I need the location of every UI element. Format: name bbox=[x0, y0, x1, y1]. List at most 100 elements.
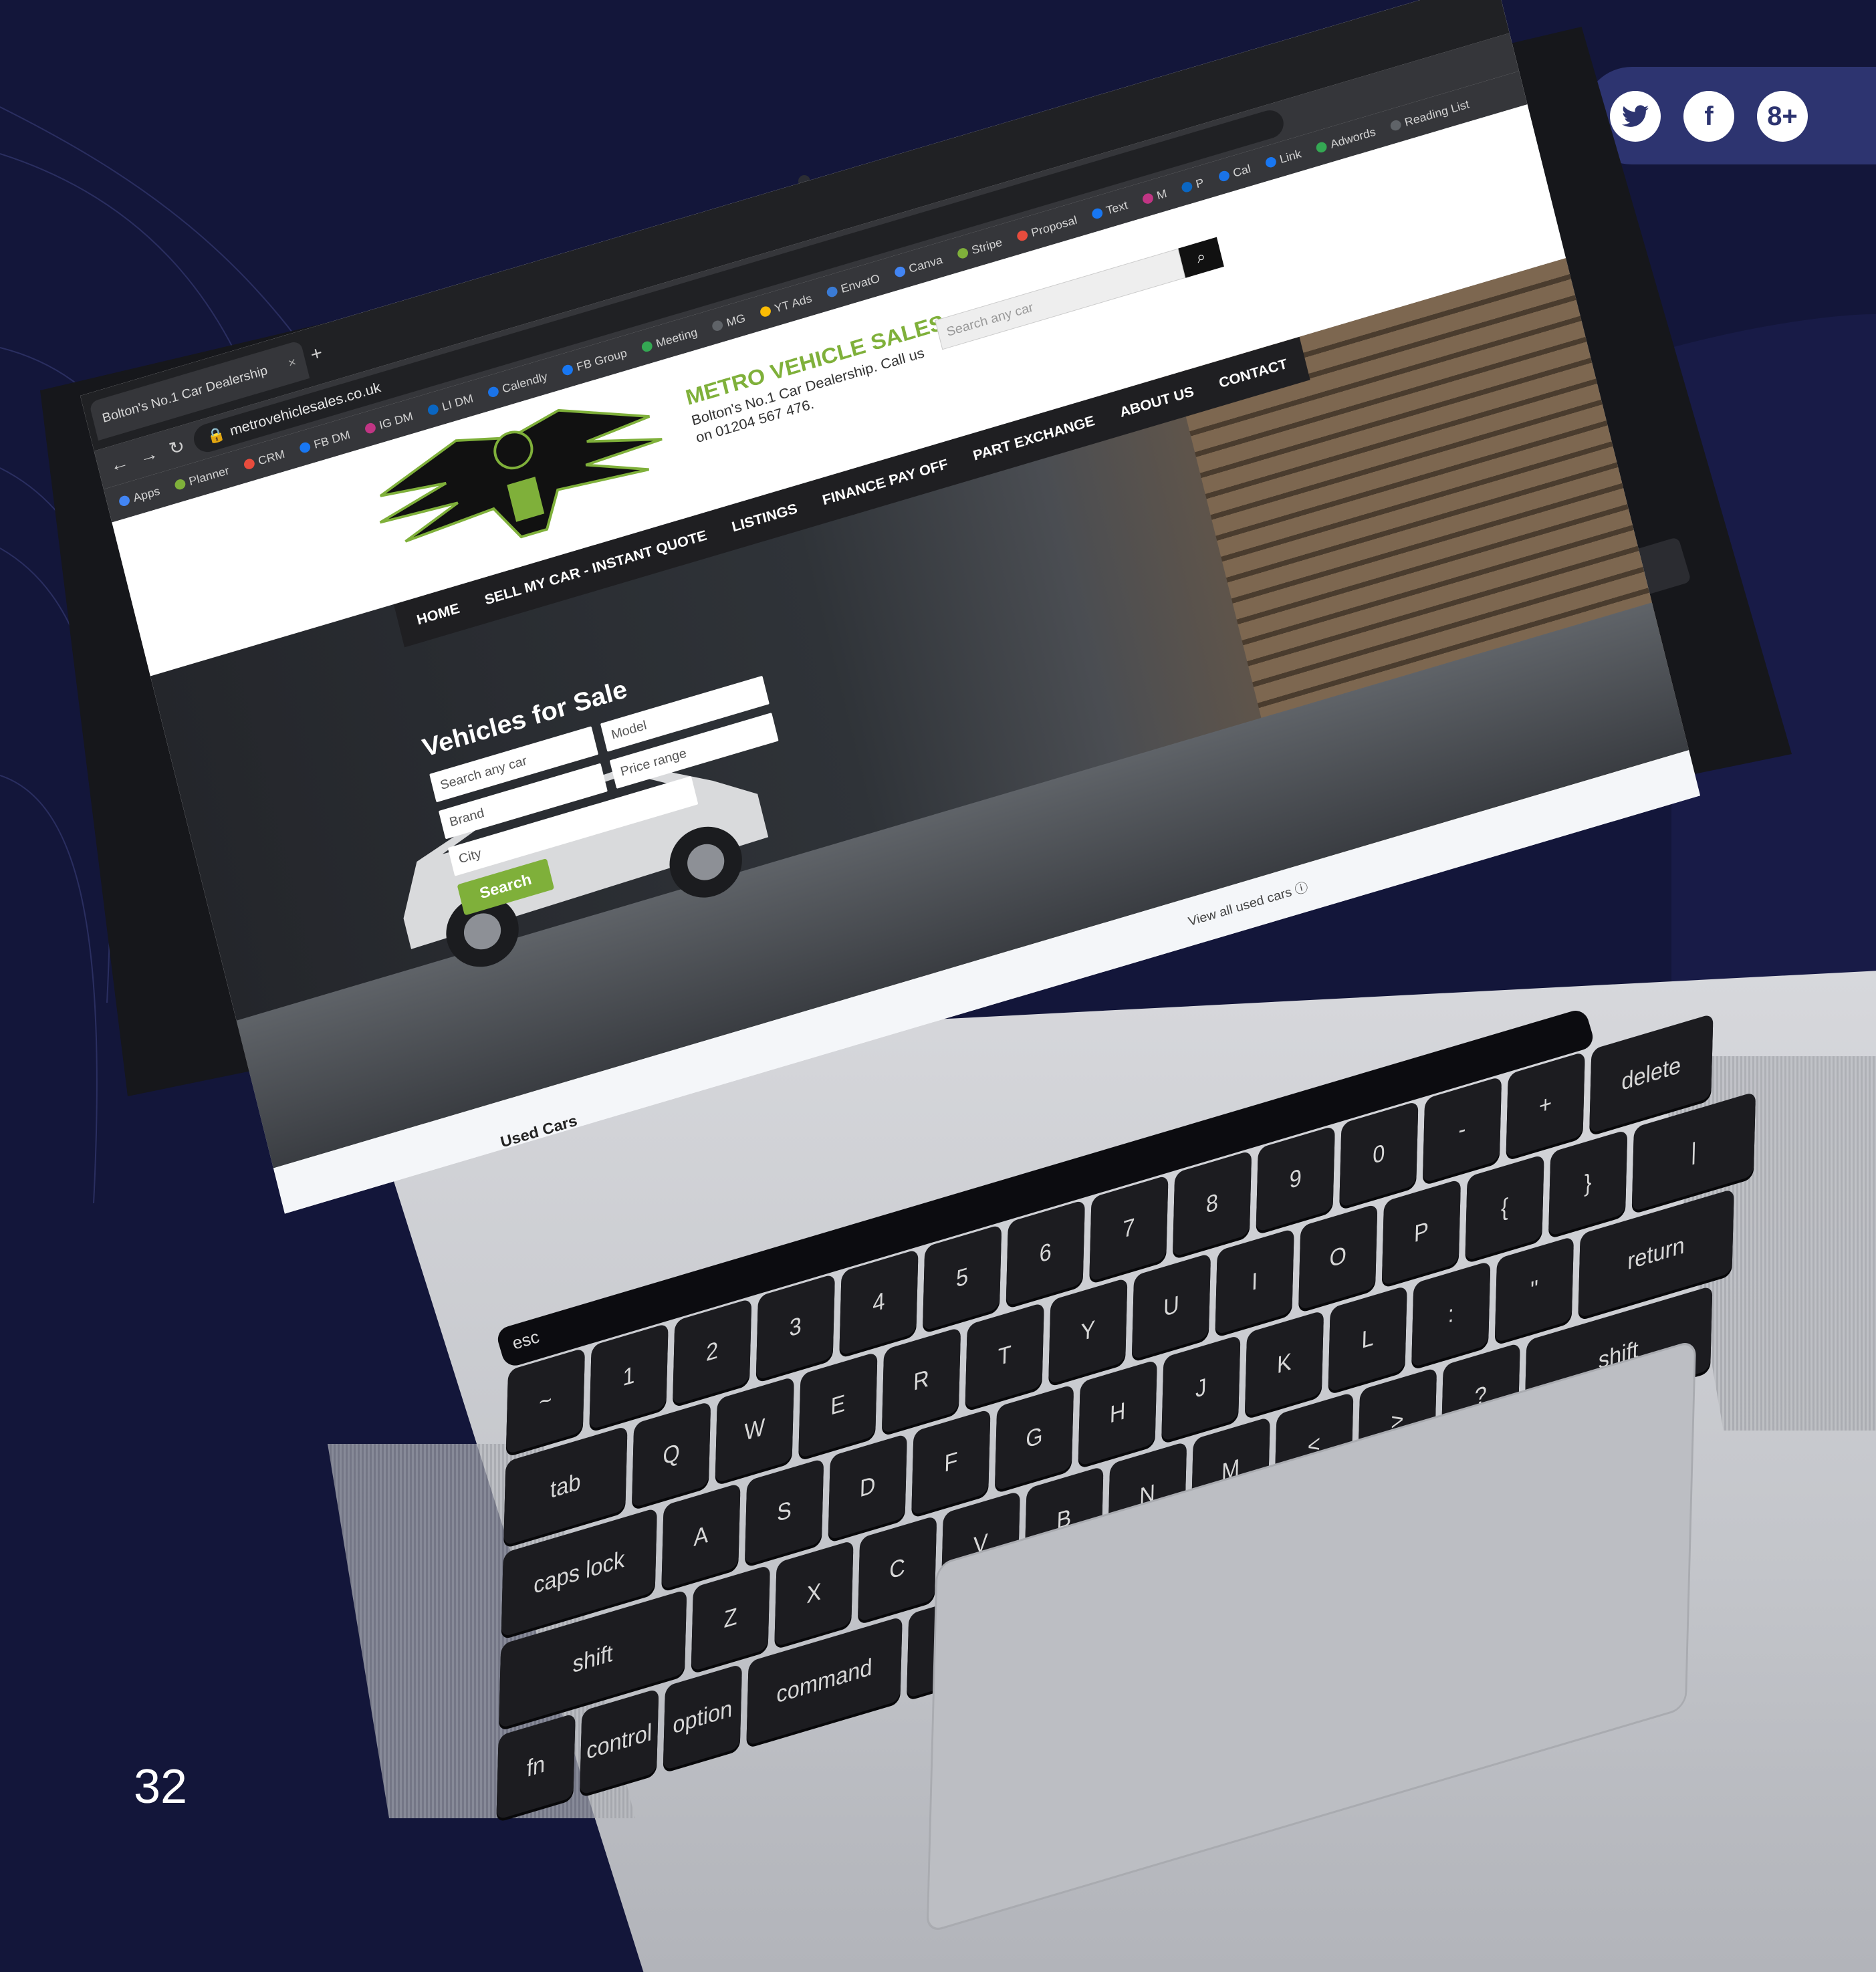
bookmark-item[interactable]: P bbox=[1180, 176, 1205, 195]
bookmark-label: Apps bbox=[132, 484, 161, 505]
keyboard-key[interactable]: S bbox=[744, 1458, 824, 1566]
reload-icon[interactable]: ↻ bbox=[166, 435, 187, 459]
forward-icon[interactable]: → bbox=[137, 443, 160, 468]
keyboard-key[interactable]: U bbox=[1131, 1253, 1211, 1360]
keyboard-key[interactable]: control bbox=[580, 1688, 659, 1796]
bookmark-label: Text bbox=[1104, 198, 1129, 217]
bookmark-item[interactable]: IG DM bbox=[364, 409, 415, 436]
facebook-icon[interactable]: f bbox=[1683, 91, 1734, 142]
bookmark-item[interactable]: MG bbox=[711, 311, 747, 334]
keyboard-key[interactable]: J bbox=[1161, 1334, 1241, 1442]
keyboard-key[interactable]: " bbox=[1494, 1235, 1574, 1344]
bookmark-icon bbox=[711, 319, 724, 332]
bookmark-item[interactable]: LI DM bbox=[427, 392, 475, 418]
bookmark-item[interactable]: CRM bbox=[243, 447, 286, 472]
bookmark-label: FB DM bbox=[312, 428, 352, 451]
keyboard-key[interactable]: F bbox=[911, 1408, 991, 1516]
search-icon: ⌕ bbox=[1194, 247, 1208, 267]
bookmark-label: FB Group bbox=[575, 346, 628, 374]
bookmark-icon bbox=[759, 305, 772, 318]
bookmark-label: Stripe bbox=[970, 235, 1004, 257]
bookmark-item[interactable]: YT Ads bbox=[759, 291, 813, 320]
nav-item[interactable]: HOME bbox=[415, 600, 461, 629]
keyboard-key[interactable]: C bbox=[857, 1515, 937, 1623]
keyboard-key[interactable]: E bbox=[798, 1351, 878, 1459]
bookmark-icon bbox=[893, 265, 907, 279]
header-search-button[interactable]: ⌕ bbox=[1178, 237, 1224, 278]
bookmark-icon bbox=[118, 494, 131, 507]
arrow-circle-icon: ⓘ bbox=[1293, 880, 1310, 898]
back-icon[interactable]: ← bbox=[108, 452, 130, 477]
bookmark-icon bbox=[1264, 156, 1278, 169]
bookmark-item[interactable]: Cal bbox=[1217, 162, 1252, 184]
keyboard-key[interactable]: P bbox=[1381, 1179, 1461, 1286]
bookmark-item[interactable]: Meeting bbox=[640, 326, 699, 355]
social-share-bar: f 8+ bbox=[1583, 67, 1876, 164]
bookmark-icon bbox=[243, 457, 256, 471]
bookmark-label: Canva bbox=[907, 253, 944, 275]
bookmark-label: P bbox=[1194, 175, 1205, 191]
keyboard-key[interactable]: W bbox=[715, 1376, 794, 1484]
lock-icon: 🔒 bbox=[205, 424, 227, 446]
bookmark-label: IG DM bbox=[378, 409, 415, 432]
bookmark-icon bbox=[1180, 180, 1193, 194]
bookmark-item[interactable]: Stripe bbox=[956, 235, 1004, 261]
nav-item[interactable]: CONTACT bbox=[1217, 356, 1289, 392]
keyboard-key[interactable]: L bbox=[1328, 1285, 1407, 1393]
nav-item[interactable]: LISTINGS bbox=[730, 500, 799, 535]
keyboard-key[interactable]: option bbox=[663, 1663, 743, 1771]
bookmark-label: Planner bbox=[187, 463, 231, 488]
keyboard-key[interactable]: } bbox=[1548, 1129, 1628, 1237]
bookmark-label: YT Ads bbox=[773, 291, 814, 315]
keyboard-key[interactable]: Q bbox=[631, 1400, 711, 1508]
bookmark-item[interactable]: Canva bbox=[893, 253, 944, 279]
bookmark-icon bbox=[1090, 207, 1104, 221]
bookmark-label: Calendly bbox=[500, 369, 549, 396]
bookmark-icon bbox=[298, 441, 312, 455]
bookmark-item[interactable]: M bbox=[1141, 187, 1168, 207]
keyboard-key[interactable]: R bbox=[881, 1326, 961, 1435]
bookmark-item[interactable]: EnvatO bbox=[826, 271, 881, 300]
bookmark-label: Link bbox=[1278, 146, 1303, 166]
bookmark-item[interactable]: Link bbox=[1264, 147, 1303, 170]
bookmark-label: LI DM bbox=[440, 391, 475, 413]
bookmark-icon bbox=[487, 385, 500, 398]
keyboard-key[interactable]: Z bbox=[691, 1564, 770, 1672]
bookmark-label: EnvatO bbox=[839, 271, 881, 295]
bookmark-item[interactable]: Planner bbox=[173, 464, 230, 493]
keyboard-key[interactable]: G bbox=[994, 1384, 1074, 1491]
bookmark-icon bbox=[1389, 118, 1403, 132]
keyboard-key[interactable]: fn bbox=[496, 1713, 576, 1820]
bookmark-icon bbox=[561, 363, 574, 377]
keyboard-key[interactable]: : bbox=[1411, 1260, 1491, 1368]
keyboard-key[interactable]: A bbox=[661, 1483, 741, 1590]
keyboard-key[interactable]: I bbox=[1215, 1228, 1294, 1336]
keyboard-key[interactable]: K bbox=[1244, 1310, 1324, 1417]
nav-item[interactable]: ABOUT US bbox=[1118, 383, 1195, 420]
bookmark-label: M bbox=[1155, 187, 1169, 202]
close-tab-icon[interactable]: × bbox=[287, 355, 298, 371]
keyboard-key[interactable]: O bbox=[1298, 1203, 1378, 1311]
bookmark-label: Meeting bbox=[654, 325, 699, 350]
esc-key[interactable]: esc bbox=[510, 1326, 542, 1354]
keyboard-key[interactable]: Y bbox=[1048, 1277, 1128, 1385]
bookmark-label: Cal bbox=[1232, 162, 1252, 180]
keyboard-key[interactable]: { bbox=[1465, 1154, 1544, 1261]
bookmark-icon bbox=[173, 478, 187, 491]
bookmark-icon bbox=[1217, 169, 1231, 183]
keyboard-key[interactable]: D bbox=[828, 1433, 907, 1541]
bookmark-item[interactable]: Text bbox=[1090, 198, 1129, 221]
bookmark-icon bbox=[364, 422, 377, 435]
bookmark-item[interactable]: Apps bbox=[118, 484, 161, 509]
bookmark-icon bbox=[427, 403, 440, 416]
keyboard-key[interactable]: T bbox=[965, 1302, 1044, 1410]
page-number: 32 bbox=[134, 1760, 188, 1814]
bookmark-item[interactable]: FB DM bbox=[298, 428, 352, 455]
bookmark-label: Proposal bbox=[1030, 213, 1078, 239]
google-plus-icon[interactable]: 8+ bbox=[1757, 91, 1808, 142]
bookmark-label: CRM bbox=[256, 447, 286, 467]
twitter-icon[interactable] bbox=[1610, 91, 1661, 142]
new-tab-icon[interactable]: + bbox=[308, 342, 325, 366]
keyboard-key[interactable]: X bbox=[774, 1539, 854, 1647]
keyboard-key[interactable]: H bbox=[1078, 1359, 1157, 1467]
